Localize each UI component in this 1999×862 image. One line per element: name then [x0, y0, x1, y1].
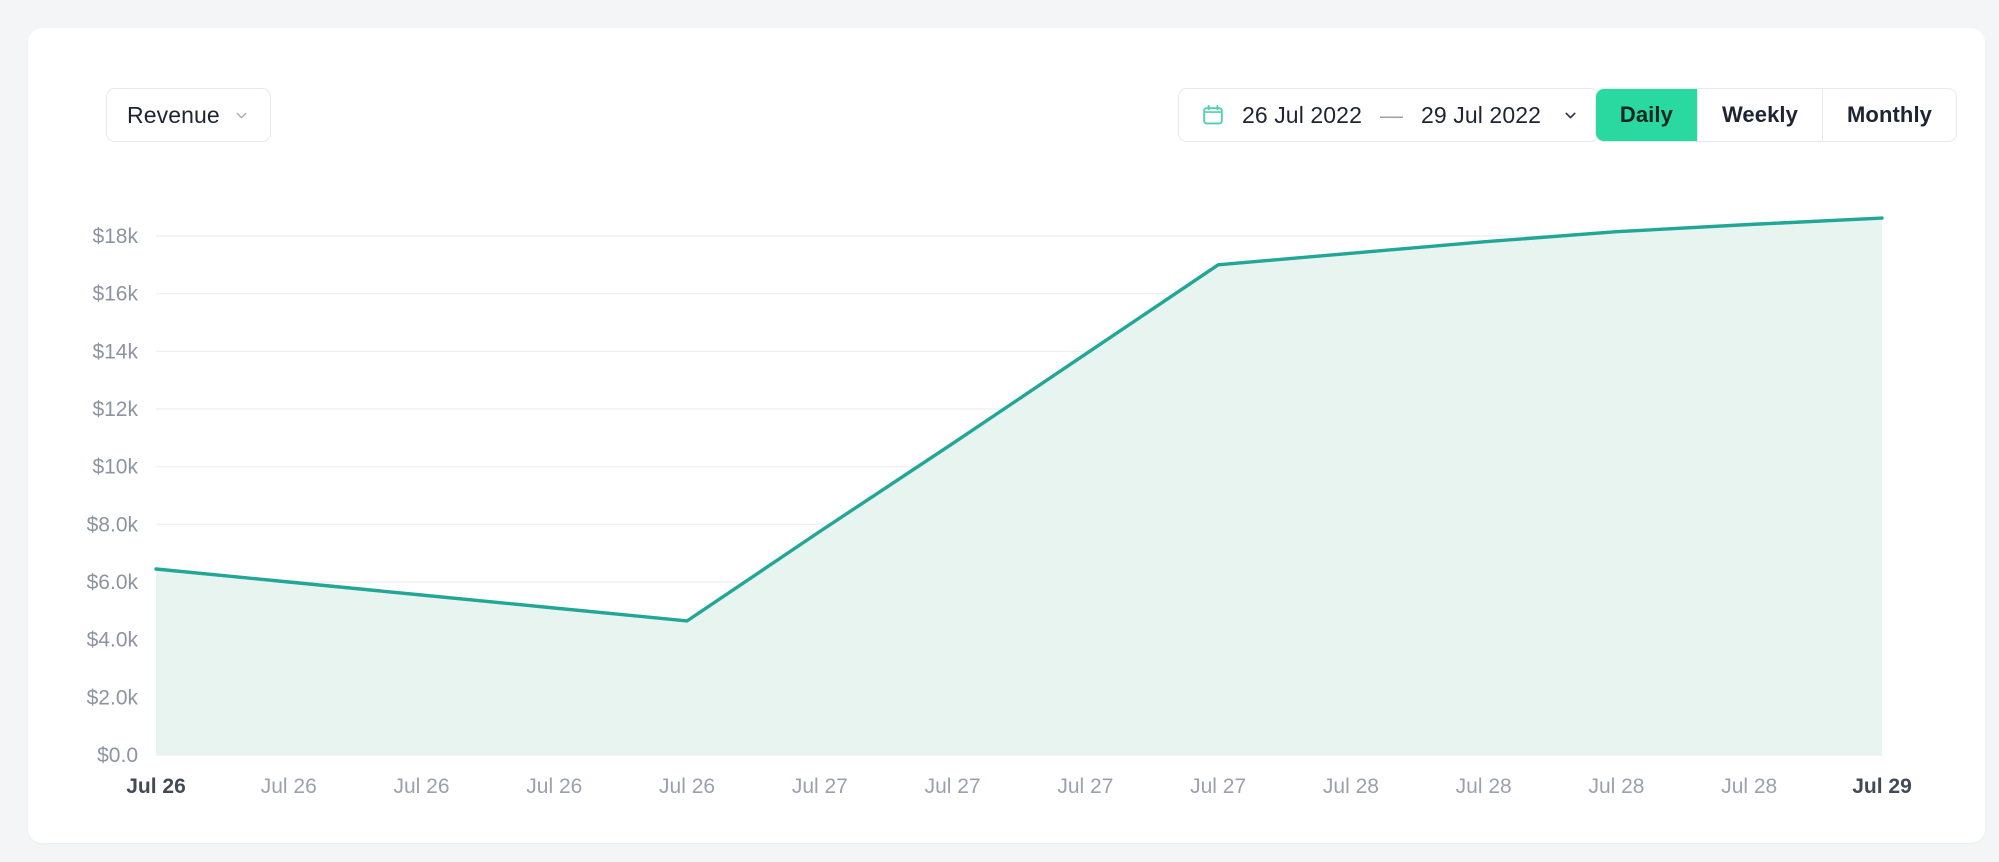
x-axis-tick-label: Jul 27	[925, 775, 981, 798]
x-axis-tick-label: Jul 27	[1190, 775, 1246, 798]
y-axis-tick-label: $14k	[92, 340, 138, 363]
metric-select-dropdown[interactable]: Revenue	[106, 88, 271, 142]
area-fill-path	[156, 218, 1882, 756]
y-axis-tick-label: $18k	[92, 225, 138, 248]
revenue-area-chart: $0.0 $2.0k $4.0k $6.0k $8.0k $10k $12k $14k $16k…	[28, 178, 1985, 818]
x-axis-tick-label: Jul 28	[1323, 775, 1379, 798]
x-axis-tick-label: Jul 27	[792, 775, 848, 798]
y-axis-tick-label: $10k	[92, 456, 138, 479]
date-range-picker[interactable]: 26 Jul 2022 — 29 Jul 2022	[1177, 88, 1599, 142]
chart-area-fill	[156, 218, 1882, 756]
x-axis-tick-label: Jul 29	[1852, 775, 1912, 798]
metric-select-label: Revenue	[127, 101, 220, 128]
granularity-option-weekly[interactable]: Weekly	[1697, 89, 1823, 141]
date-range-start: 26 Jul 2022	[1241, 101, 1362, 128]
x-axis-tick-label: Jul 26	[659, 775, 715, 798]
x-axis-tick-label: Jul 26	[394, 775, 450, 798]
x-axis-tick-label: Jul 26	[126, 775, 186, 798]
x-axis-tick-label: Jul 28	[1588, 775, 1644, 798]
chart-y-axis-labels: $0.0 $2.0k $4.0k $6.0k $8.0k $10k $12k $14k $16k…	[87, 225, 139, 767]
x-axis-tick-label: Jul 28	[1456, 775, 1512, 798]
granularity-segmented-control: Daily Weekly Monthly	[1594, 88, 1957, 142]
y-axis-tick-label: $16k	[92, 283, 138, 306]
x-axis-tick-label: Jul 26	[261, 775, 317, 798]
granularity-option-monthly[interactable]: Monthly	[1822, 89, 1956, 141]
x-axis-tick-label: Jul 27	[1057, 775, 1113, 798]
chart-canvas: $0.0 $2.0k $4.0k $6.0k $8.0k $10k $12k $14k $16k…	[87, 216, 1912, 798]
chart-toolbar: Revenue 26 Jul 2022 — 29 Jul 2022 Daily …	[28, 88, 1985, 142]
date-range-separator: —	[1379, 101, 1403, 128]
granularity-option-daily[interactable]: Daily	[1595, 89, 1698, 141]
x-axis-tick-label: Jul 26	[526, 775, 582, 798]
date-range-end: 29 Jul 2022	[1420, 101, 1541, 128]
y-axis-tick-label: $12k	[92, 398, 138, 421]
y-axis-tick-label: $4.0k	[87, 629, 139, 652]
revenue-chart-card: Revenue 26 Jul 2022 — 29 Jul 2022 Daily …	[28, 28, 1985, 843]
x-axis-tick-label: Jul 28	[1721, 775, 1777, 798]
calendar-icon	[1201, 103, 1225, 127]
y-axis-tick-label: $2.0k	[87, 686, 139, 709]
y-axis-tick-label: $8.0k	[87, 513, 139, 536]
y-axis-tick-label: $6.0k	[87, 571, 139, 594]
chart-x-axis-labels: Jul 26 Jul 26 Jul 26 Jul 26 Jul 26 Jul 27 Jul …	[126, 775, 1912, 798]
chevron-down-icon	[1562, 107, 1579, 124]
y-axis-tick-label: $0.0	[97, 744, 138, 767]
chevron-down-icon	[233, 107, 250, 124]
